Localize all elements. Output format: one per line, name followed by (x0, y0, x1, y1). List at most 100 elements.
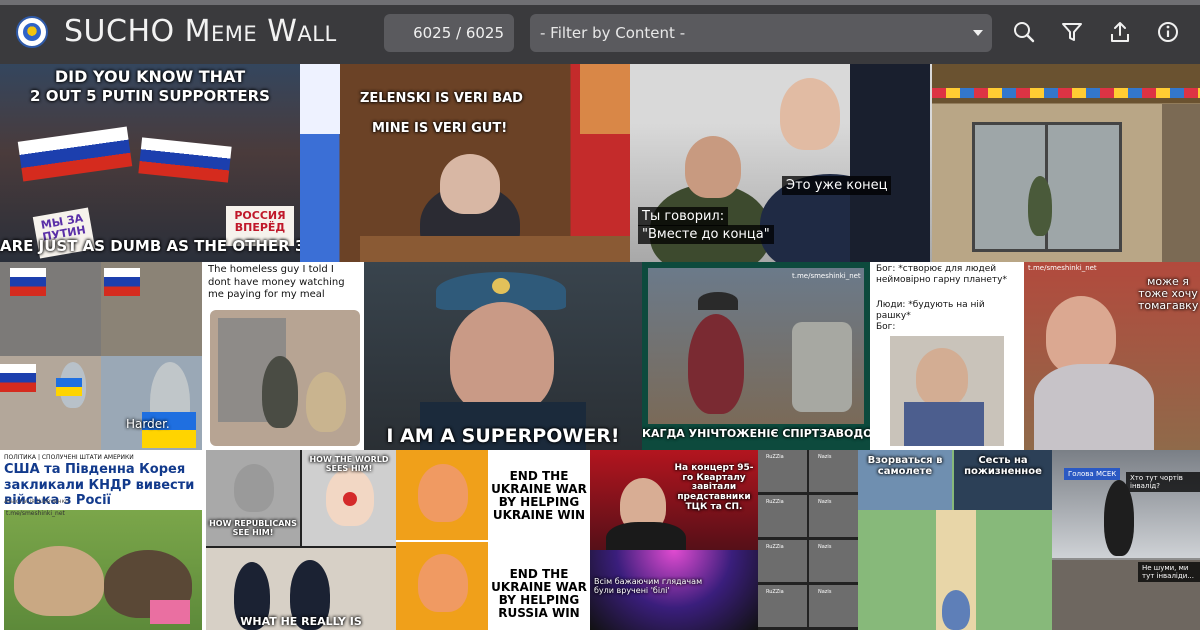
meme-caption: I AM A SUPERPOWER! (386, 425, 620, 447)
app-title: SUCHO Meme Wall (64, 14, 337, 49)
screaming-face (450, 302, 554, 414)
info-icon[interactable] (1155, 19, 1181, 45)
king-face (234, 464, 274, 512)
subtitle: Не шуми, ми тут інваліди... (1138, 562, 1200, 582)
meme-caption: На концерт 95-го Кварталу завітали предс… (674, 463, 754, 512)
shirt (1034, 364, 1154, 450)
cap (698, 292, 738, 310)
flag-stripe (300, 64, 340, 134)
meme-tile[interactable]: I AM A SUPERPOWER! (364, 262, 642, 450)
trump-face (418, 554, 468, 612)
meme-caption: END THE UKRAINE WAR BY HELPING UKRAINE W… (491, 469, 587, 522)
trump-face (418, 464, 468, 522)
shirt (904, 402, 984, 446)
face (916, 348, 968, 406)
meme-tile[interactable]: END THE UKRAINE WAR BY HELPING UKRAINE W… (396, 450, 590, 630)
russian-flag (138, 137, 232, 183)
article-kicker: ПОЛІТИКА | СПОЛУЧЕНІ ШТАТИ АМЕРИКИ (4, 454, 134, 461)
meme-tile[interactable]: Бог: *створює для людей неймовірно гарну… (870, 262, 1024, 450)
meme-caption: КАГДА УНІЧТОЖЕНІЄ СПІРТЗАВОДОВ НІПАЧЬОМ (642, 427, 870, 440)
meme-tile[interactable]: Это уже конец Ты говорил: "Вместе до кон… (630, 64, 932, 262)
person-figure (1028, 176, 1052, 236)
meme-tile[interactable]: МЫ ЗА ПУТИН РОССИЯ ВПЕРЁД DID YOU KNOW T… (0, 64, 300, 262)
guard-figure (850, 64, 930, 262)
meme-caption: Harder. (126, 417, 170, 431)
desk (360, 236, 630, 262)
filter-icon[interactable] (1059, 19, 1085, 45)
panel-label: RuZZia (766, 544, 784, 550)
meme-caption: Люди: *будують на ній рашку* (876, 300, 985, 322)
russian-flag (0, 364, 36, 392)
figure (942, 590, 970, 630)
meme-caption: HOW THE WORLD SEES HIM! (309, 455, 389, 473)
sucho-logo[interactable] (16, 16, 48, 48)
meme-caption: Всім бажаючим глядачам були вручені 'біл… (594, 577, 703, 595)
man-figure (688, 314, 744, 414)
speaker-face (440, 154, 500, 214)
meme-caption: The homeless guy I told I dont have mone… (208, 264, 345, 300)
man-figure (1104, 480, 1134, 556)
ukrainian-flag (56, 378, 82, 396)
chevron-down-icon (973, 30, 983, 36)
meme-tile[interactable]: ZELENSKI IS VERI BAD MINE IS VERI GUT! (300, 64, 630, 262)
meme-caption: може я тоже хочу томагавку (1138, 275, 1199, 312)
panel-label: RuZZia (766, 454, 784, 460)
russian-flag (104, 268, 140, 296)
meme-caption: Бог: (876, 322, 896, 332)
subtitle: Ты говорил: (638, 207, 729, 226)
meme-caption-top: MINE IS VERI GUT! (372, 121, 508, 136)
meme-tile[interactable]: На концерт 95-го Кварталу завітали предс… (590, 450, 758, 630)
coat-of-arms (580, 64, 630, 134)
panel-label: Nazis (818, 454, 832, 460)
homeless-man-figure (262, 356, 298, 428)
biden-face (780, 78, 840, 150)
meme-caption: Сесть на пожизненное (964, 455, 1042, 477)
bunting (932, 88, 1200, 98)
search-icon[interactable] (1011, 19, 1037, 45)
russian-flag (10, 268, 46, 296)
subtitle: Это уже конец (782, 176, 892, 195)
meme-tile[interactable]: Harder. (0, 262, 202, 450)
meme-tile[interactable] (932, 64, 1200, 262)
laptop (150, 600, 190, 624)
panel-label: RuZZia (766, 499, 784, 505)
zelensky-face (685, 136, 741, 198)
meme-caption: WHAT HE REALLY IS (240, 615, 362, 628)
meme-caption-top: 2 OUT 5 PUTIN SUPPORTERS (30, 87, 270, 105)
content-filter-select[interactable]: - Filter by Content - (530, 14, 992, 52)
share-icon[interactable] (1107, 19, 1133, 45)
panel-label: Nazis (818, 544, 832, 550)
dog (14, 546, 104, 616)
panel-label: RuZZia (766, 589, 784, 595)
meme-tile[interactable]: t.me/smeshinki_net може я тоже хочу тома… (1024, 262, 1200, 450)
clown-nose (343, 492, 357, 506)
subtitle: "Вместе до конца" (638, 225, 774, 244)
meme-tile[interactable]: Взорваться в самолете Сесть на пожизненн… (858, 450, 1052, 630)
watermark: t.me/smeshinki_net (6, 510, 65, 517)
label-badge: Головa МСЕК (1064, 468, 1121, 480)
panel-label: Nazis (818, 499, 832, 505)
distillery-still (792, 322, 852, 412)
meme-caption-bottom: ARE JUST AS DUMB AS THE OTHER 3 (0, 237, 300, 255)
meme-caption: Бог: *створює для людей неймовірно гарну… (876, 264, 1008, 286)
top-bar: SUCHO Meme Wall 6025 / 6025 - Filter by … (0, 0, 1200, 64)
shelf (1162, 104, 1200, 262)
filter-placeholder: - Filter by Content - (540, 24, 686, 42)
meme-caption: Взорваться в самолете (867, 455, 943, 477)
meme-tile[interactable]: The homeless guy I told I dont have mone… (202, 262, 364, 450)
meme-tile[interactable]: ПОЛІТИКА | СПОЛУЧЕНІ ШТАТИ АМЕРИКИ США т… (0, 450, 206, 630)
watermark: t.me/smeshinki_net (792, 272, 861, 280)
meme-caption-top: ZELENSKI IS VERI BAD (360, 91, 523, 106)
meme-tile[interactable]: HOW REPUBLICANS SEE HIM! HOW THE WORLD S… (206, 450, 396, 630)
meme-tile[interactable]: t.me/smeshinki_net КАГДА УНІЧТОЖЕНІЄ СПІ… (642, 262, 870, 450)
grid-divider (807, 450, 809, 630)
meme-caption: END THE UKRAINE WAR BY HELPING RUSSIA WI… (491, 567, 587, 620)
cap-badge (492, 278, 510, 294)
crying-boy-face (1046, 296, 1116, 374)
person-eating (306, 372, 346, 432)
russian-flag (17, 126, 133, 182)
meme-caption-top: DID YOU KNOW THAT (54, 67, 246, 86)
meme-counter: 6025 / 6025 (384, 14, 514, 52)
meme-tile[interactable]: RuZZia Nazis RuZZia Nazis RuZZia Nazis R… (758, 450, 858, 630)
meme-tile[interactable]: Головa МСЕК Хто тут чортів інвалід? Не ш… (1052, 450, 1200, 630)
